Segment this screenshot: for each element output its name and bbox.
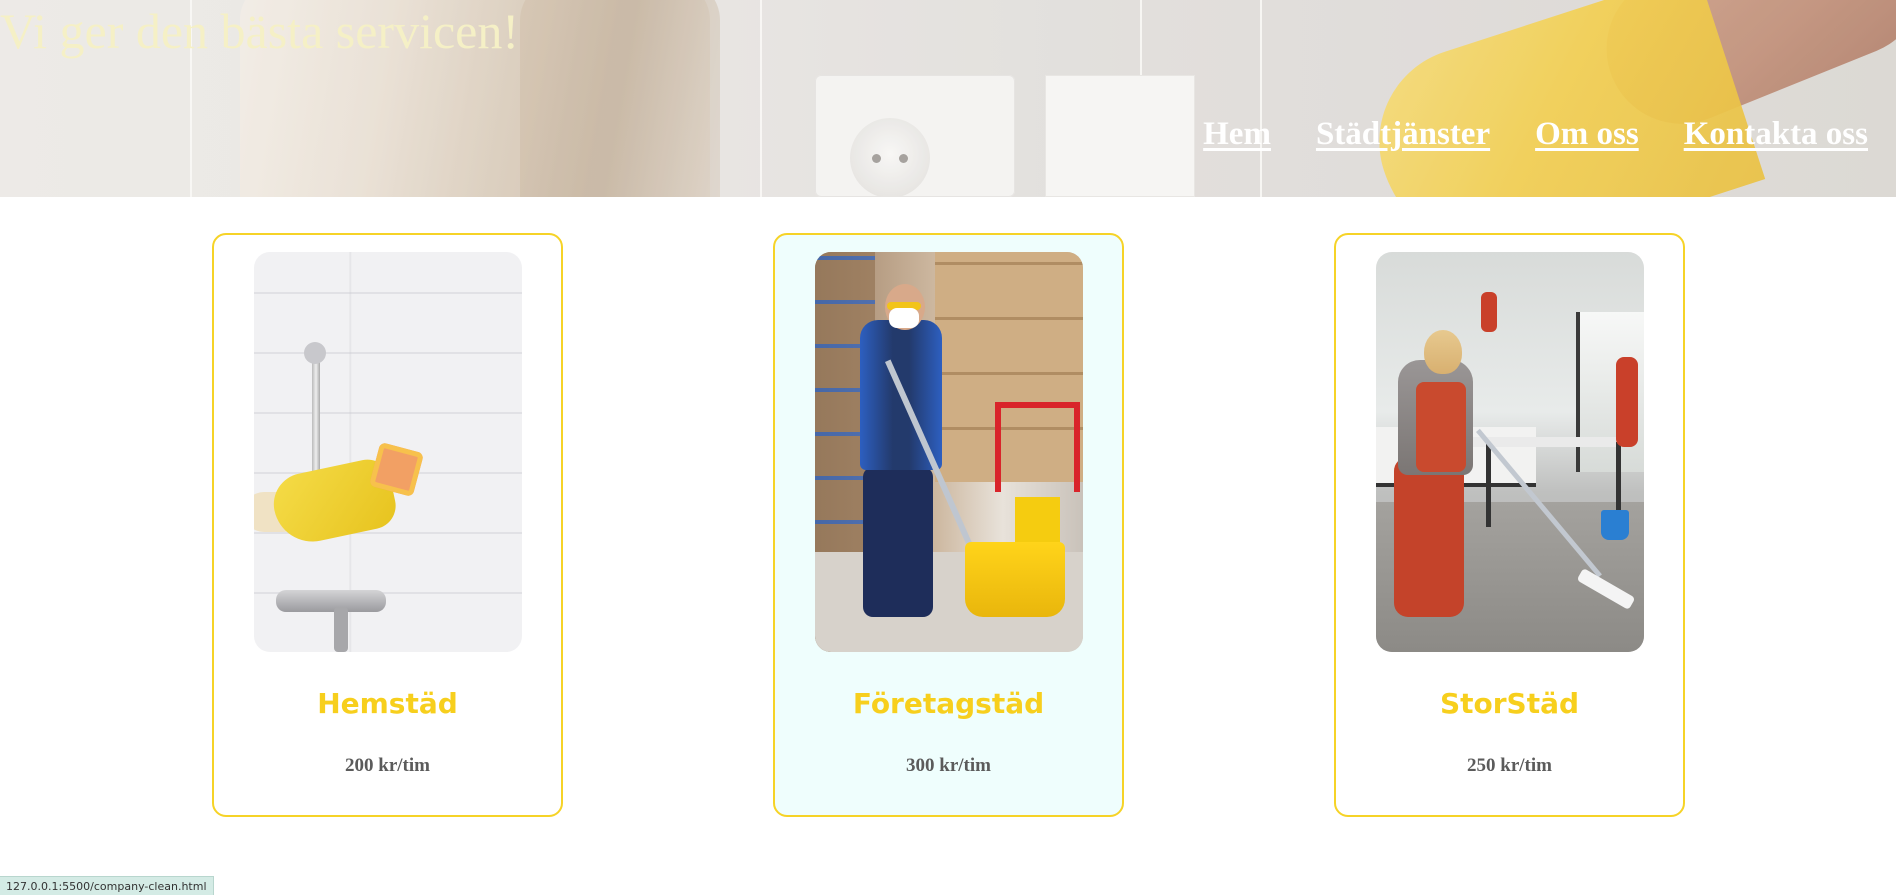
bucket-wringer	[1015, 497, 1060, 547]
service-title: StorStäd	[1439, 687, 1580, 720]
person-legs	[863, 467, 933, 617]
mop-bucket	[965, 542, 1065, 617]
shower-head	[304, 342, 326, 364]
table-leg	[1486, 442, 1491, 527]
bathroom-cleaning-photo	[254, 252, 522, 652]
main-nav: Hem Städtjänster Om oss Kontakta oss	[1203, 116, 1868, 153]
page-title: Vi ger den bästa servicen!	[0, 3, 519, 59]
hero-header: Vi ger den bästa servicen! Hem Städtjäns…	[0, 0, 1896, 197]
faucet	[276, 590, 386, 612]
status-bar-url: 127.0.0.1:5500/company-clean.html	[0, 876, 214, 895]
service-card-hemstad[interactable]: Hemstäd 200 kr/tim	[212, 233, 563, 817]
nav-link-om-oss[interactable]: Om oss	[1535, 116, 1639, 153]
faucet-stem	[334, 607, 348, 652]
background-worker	[1481, 292, 1497, 332]
service-price: 300 kr/tim	[906, 755, 991, 776]
service-price: 200 kr/tim	[345, 755, 430, 776]
service-card-foretagstad[interactable]: Företagstäd 300 kr/tim	[773, 233, 1124, 817]
nav-link-kontakta-oss[interactable]: Kontakta oss	[1684, 116, 1868, 153]
service-title: Hemstäd	[317, 687, 458, 720]
person-legs	[1394, 457, 1464, 617]
nav-link-stadtjanster[interactable]: Städtjänster	[1316, 116, 1490, 153]
blue-bucket	[1601, 510, 1629, 540]
service-price: 250 kr/tim	[1467, 755, 1552, 776]
overalls	[1416, 382, 1466, 472]
service-card-storstad[interactable]: StorStäd 250 kr/tim	[1334, 233, 1685, 817]
service-title: Företagstäd	[852, 687, 1045, 720]
face-mask	[889, 308, 919, 328]
red-cart	[995, 402, 1080, 492]
kitchen-cleaning-photo	[1376, 252, 1644, 652]
table	[1471, 437, 1631, 447]
nav-link-hem[interactable]: Hem	[1203, 116, 1271, 153]
warehouse-cleaning-photo	[815, 252, 1083, 652]
person-head	[1424, 330, 1462, 374]
background-worker	[1616, 357, 1638, 447]
